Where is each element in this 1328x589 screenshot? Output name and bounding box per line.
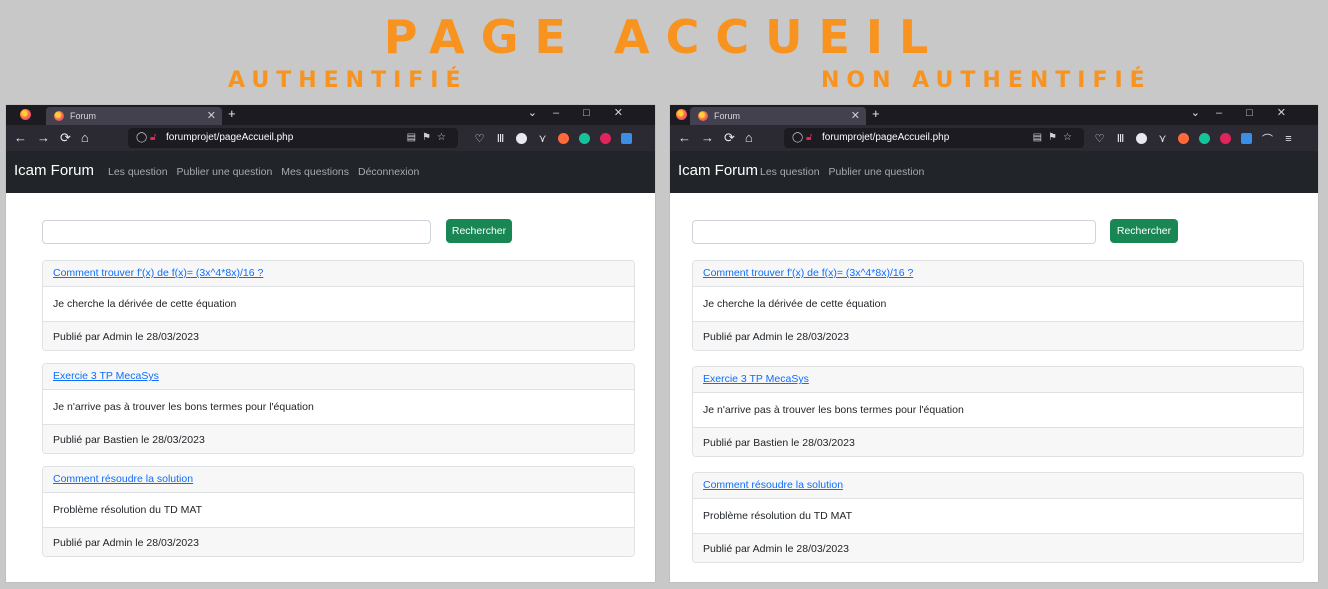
post-title-link[interactable]: Comment résoudre la solution (53, 473, 193, 485)
browser-tab[interactable]: Forum ✕ (690, 107, 866, 125)
tab-bar: Forum ✕ + ⌄ –□✕ (6, 105, 655, 125)
menu-icon[interactable]: ≡ (1283, 133, 1294, 145)
post-body: Je n'arrive pas à trouver les bons terme… (703, 404, 964, 416)
post-title-link[interactable]: Comment résoudre la solution (703, 479, 843, 491)
post-footer: Publié par Bastien le 28/03/2023 (53, 434, 205, 446)
address-bar[interactable]: ◯ 🔓︎ forumprojet/pageAccueil.php ▤⚑☆ (128, 128, 458, 148)
address-bar[interactable]: ◯ 🔓︎ forumprojet/pageAccueil.php ▤⚑☆ (784, 128, 1084, 148)
nav-links: Les question Publier une question (760, 164, 933, 180)
reader-icons[interactable]: ▤⚑☆ (1033, 128, 1078, 148)
browser-window-unauthenticated: Forum ✕ + ⌄ –□✕ ←→⟳⌂ ◯ 🔓︎ forumprojet/pa… (670, 105, 1318, 582)
post-title-link[interactable]: Exercie 3 TP MecaSys (53, 370, 159, 382)
post-title-link[interactable]: Exercie 3 TP MecaSys (703, 373, 809, 385)
extension-icon[interactable] (516, 133, 527, 145)
post-body: Je cherche la dérivée de cette équation (703, 298, 887, 310)
shield-icon: ◯ (792, 132, 804, 143)
chevron-down-icon[interactable]: ⌄ (528, 106, 537, 119)
tab-bar: Forum ✕ + ⌄ –□✕ (670, 105, 1318, 125)
firefox-icon (20, 109, 31, 120)
close-tab-icon[interactable]: ✕ (207, 107, 216, 125)
grammarly-icon[interactable] (579, 133, 590, 145)
post-footer: Publié par Admin le 28/03/2023 (703, 543, 849, 555)
library-icon[interactable]: Ⅲ (495, 132, 506, 145)
search-button[interactable]: Rechercher (1110, 219, 1178, 243)
nav-link-questions[interactable]: Les question (108, 166, 168, 178)
url-toolbar: ←→⟳⌂ ◯ 🔓︎ forumprojet/pageAccueil.php ▤⚑… (6, 125, 655, 164)
post-card: Exercie 3 TP MecaSys Je n'arrive pas à t… (692, 366, 1304, 457)
post-body: Je n'arrive pas à trouver les bons terme… (53, 401, 314, 413)
post-card: Comment résoudre la solution Problème ré… (42, 466, 635, 557)
extension-icon[interactable] (1136, 133, 1147, 145)
page-title: PAGE ACCUEIL (383, 10, 945, 64)
nav-link-publish[interactable]: Publier une question (829, 166, 925, 178)
ublock-icon[interactable] (558, 133, 569, 145)
close-tab-icon[interactable]: ✕ (851, 107, 860, 125)
extension-toolbar: ♡Ⅲ⋎⌒≡ (474, 130, 655, 164)
account-icon[interactable]: ⌒ (1262, 131, 1273, 147)
url-toolbar: ←→⟳⌂ ◯ 🔓︎ forumprojet/pageAccueil.php ▤⚑… (670, 125, 1318, 151)
lock-icon: 🔓︎ (150, 132, 157, 143)
nav-buttons[interactable]: ←→⟳⌂ (678, 130, 763, 146)
post-footer: Publié par Admin le 28/03/2023 (53, 331, 199, 343)
post-footer: Publié par Bastien le 28/03/2023 (703, 437, 855, 449)
nav-link-my-questions[interactable]: Mes questions (281, 166, 349, 178)
ublock-icon[interactable] (1178, 133, 1189, 145)
tab-title: Forum (70, 111, 97, 121)
not-authenticated-label: NON AUTHENTIFIÉ (821, 68, 1152, 93)
nav-link-publish[interactable]: Publier une question (177, 166, 273, 178)
translate-icon[interactable] (1241, 133, 1252, 145)
reader-icons[interactable]: ▤⚑☆ (407, 128, 452, 148)
search-button[interactable]: Rechercher (446, 219, 512, 243)
translate-icon[interactable] (621, 133, 632, 145)
extension-toolbar: ♡ Ⅲ ⋎ ⌒ ≡ (1094, 130, 1304, 146)
post-title-link[interactable]: Comment trouver f'(x) de f(x)= (3x^4*8x)… (53, 267, 263, 279)
app-navbar: Icam Forum Les question Publier une quest… (670, 151, 1318, 193)
brand-link[interactable]: Icam Forum (678, 161, 758, 181)
post-body: Problème résolution du TD MAT (703, 510, 853, 522)
lock-icon: 🔓︎ (806, 132, 813, 143)
post-footer: Publié par Admin le 28/03/2023 (53, 537, 199, 549)
extension-icon[interactable] (1220, 133, 1231, 145)
nav-link-logout[interactable]: Déconnexion (358, 166, 419, 178)
url-text: forumprojet/pageAccueil.php (822, 132, 950, 143)
addon-icon[interactable]: ⋎ (537, 132, 548, 145)
post-card: Comment résoudre la solution Problème ré… (692, 472, 1304, 563)
chevron-down-icon[interactable]: ⌄ (1191, 106, 1200, 119)
brand-link[interactable]: Icam Forum (14, 161, 94, 181)
url-text: forumprojet/pageAccueil.php (166, 132, 294, 143)
browser-window-authenticated: Forum ✕ + ⌄ –□✕ ←→⟳⌂ ◯ 🔓︎ forumprojet/pa… (6, 105, 655, 582)
nav-links: Les question Publier une question Mes ques… (108, 164, 428, 180)
library-icon[interactable]: Ⅲ (1115, 132, 1126, 145)
shield-icon: ◯ (136, 132, 148, 143)
window-controls[interactable]: –□✕ (553, 106, 647, 119)
search-input[interactable] (692, 220, 1096, 244)
window-controls[interactable]: –□✕ (1216, 106, 1310, 119)
post-body: Je cherche la dérivée de cette équation (53, 298, 237, 310)
authenticated-label: AUTHENTIFIÉ (228, 68, 468, 93)
post-title-link[interactable]: Comment trouver f'(x) de f(x)= (3x^4*8x)… (703, 267, 913, 279)
new-tab-icon[interactable]: + (872, 106, 880, 121)
firefox-icon (676, 109, 687, 120)
pocket-icon[interactable]: ♡ (474, 132, 485, 145)
post-card: Exercie 3 TP MecaSys Je n'arrive pas à t… (42, 363, 635, 454)
post-body: Problème résolution du TD MAT (53, 504, 203, 516)
nav-buttons[interactable]: ←→⟳⌂ (14, 130, 99, 146)
post-card: Comment trouver f'(x) de f(x)= (3x^4*8x)… (42, 260, 635, 351)
post-footer: Publié par Admin le 28/03/2023 (703, 331, 849, 343)
post-card: Comment trouver f'(x) de f(x)= (3x^4*8x)… (692, 260, 1304, 351)
browser-tab[interactable]: Forum ✕ (46, 107, 222, 125)
new-tab-icon[interactable]: + (228, 106, 236, 121)
favicon-icon (54, 111, 64, 121)
app-navbar: Icam Forum Les question Publier une quest… (6, 151, 655, 193)
addon-icon[interactable]: ⋎ (1157, 132, 1168, 145)
pocket-icon[interactable]: ♡ (1094, 132, 1105, 145)
extension-icon[interactable] (600, 133, 611, 145)
grammarly-icon[interactable] (1199, 133, 1210, 145)
search-input[interactable] (42, 220, 431, 244)
tab-title: Forum (714, 111, 741, 121)
favicon-icon (698, 111, 708, 121)
nav-link-questions[interactable]: Les question (760, 166, 820, 178)
